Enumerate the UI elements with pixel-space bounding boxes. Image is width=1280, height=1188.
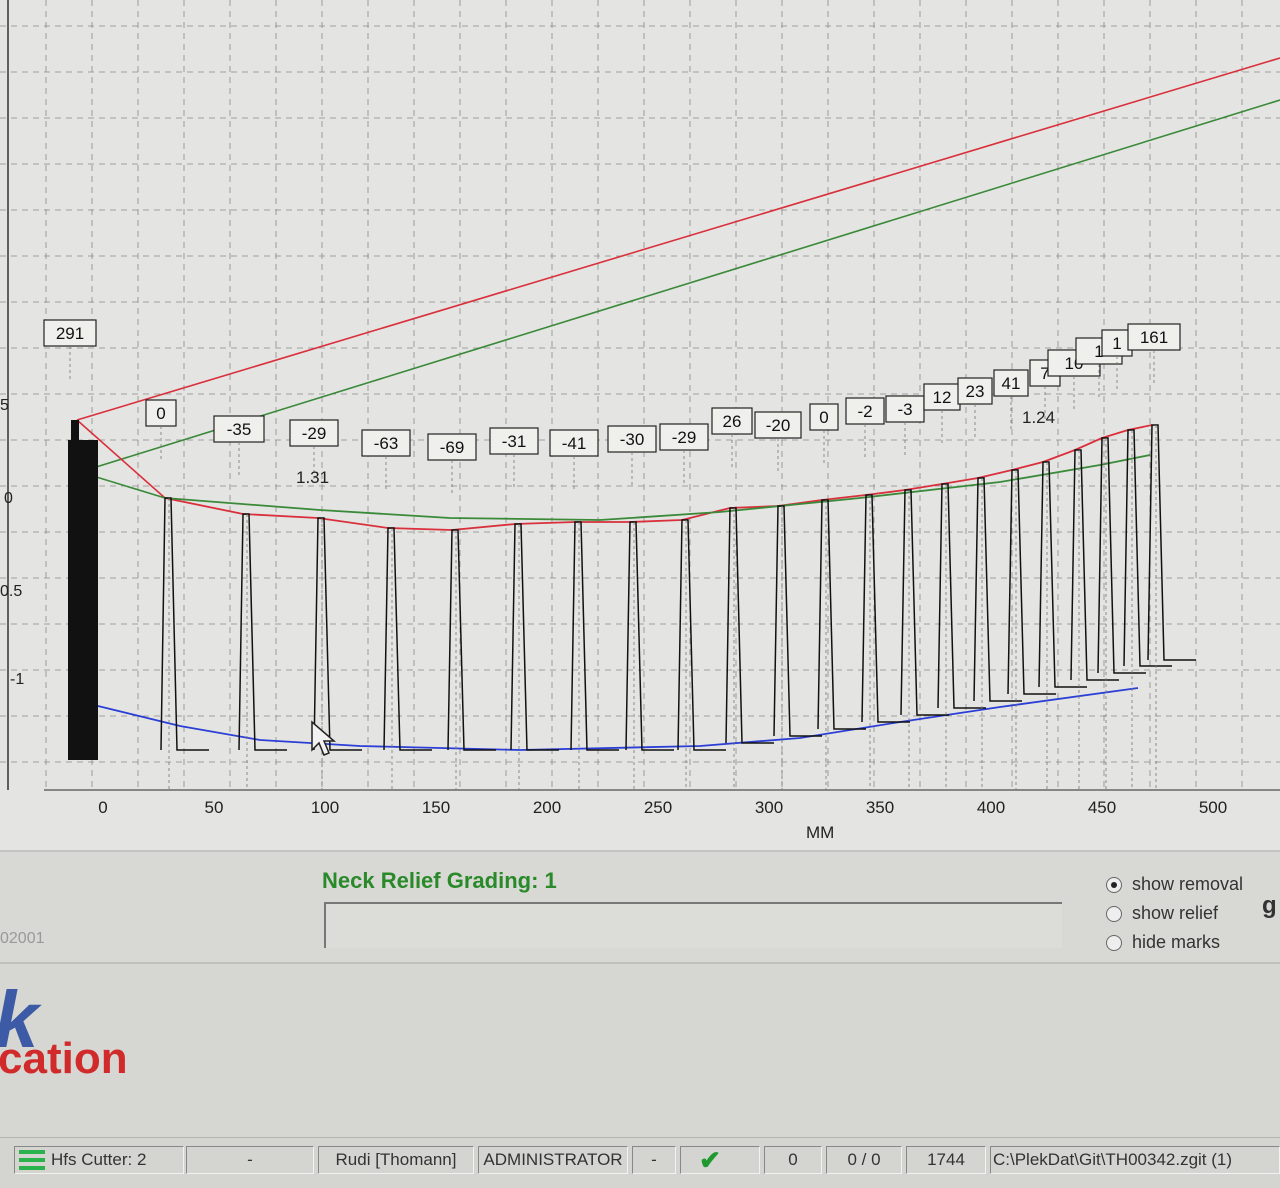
value-box-text: -63	[374, 434, 399, 453]
value-box-text: -30	[620, 430, 645, 449]
bottom-panel: Neck Relief Grading: 1 02001 show remova…	[0, 850, 1280, 964]
fret-profile-path	[76, 422, 1196, 760]
x-axis-label: MM	[806, 823, 834, 842]
value-box-text: -35	[227, 420, 252, 439]
status-role: ADMINISTRATOR	[478, 1146, 628, 1174]
measurement-chart: 5 0 0.5 -1 0 50 100 150 200 250 300 350 400 450 500 M…	[0, 0, 1280, 850]
radio-button-icon[interactable]	[1106, 934, 1122, 951]
x-axis-tick-label: 100	[311, 798, 339, 817]
fret-value-label: -2	[845, 397, 885, 458]
logo-area: k cation	[0, 962, 1280, 1139]
status-cutter[interactable]: Hfs Cutter: 2	[14, 1146, 184, 1174]
status-user: Rudi [Thomann]	[318, 1146, 474, 1174]
fret-value-label: 0	[145, 399, 177, 460]
x-axis-tick-label: 50	[205, 798, 224, 817]
value-box-text: 41	[1002, 374, 1021, 393]
value-box-text: -2	[857, 402, 872, 421]
fret-value-boxes: 2910-35 -29-63 -69 -31 -41 -30 -2926 -20 0 -2 -312…	[43, 319, 1181, 494]
fret-value-label: -35	[213, 415, 265, 476]
value-box-text: -69	[440, 438, 465, 457]
x-axis-ticks: 0 50 100 150 200 250 300 350 400 450 500	[98, 798, 1227, 817]
fret-value-label: -63	[361, 429, 411, 490]
grading-bar	[324, 902, 1062, 948]
fret-profile	[68, 420, 1196, 790]
fret-value-label: -31	[489, 427, 539, 488]
status-ratio: 0 / 0	[826, 1146, 902, 1174]
neck-relief-grading-label: Neck Relief Grading: 1	[322, 868, 557, 893]
fret-top-curve-green	[164, 454, 1151, 521]
radio-show-relief[interactable]: show relief	[1106, 903, 1218, 924]
fret-value-label: 23	[957, 377, 993, 438]
radio-label: hide marks	[1132, 932, 1221, 952]
radio-label: show removal	[1132, 874, 1244, 894]
value-box-text: 0	[819, 408, 828, 427]
fret-value-label: 26	[711, 407, 753, 468]
chart-svg: 500.5-1 0 50 100 150 200 250 300 350 400 450 500 M…	[0, 0, 1280, 842]
y-axis-label: 5	[0, 397, 9, 414]
chart-lines	[76, 57, 1280, 751]
x-axis-tick-label: 300	[755, 798, 783, 817]
status-cutter-text: Hfs Cutter: 2	[51, 1150, 147, 1169]
serial-fragment: 02001	[0, 930, 45, 947]
value-box-text: 0	[156, 404, 165, 423]
annotation-right: 1.24	[1022, 408, 1055, 427]
value-box-text: -41	[562, 434, 587, 453]
x-axis-tick-label: 250	[644, 798, 672, 817]
status-bar: Hfs Cutter: 2 - Rudi [Thomann] ADMINISTR…	[0, 1137, 1280, 1188]
x-axis-tick-label: 0	[98, 798, 107, 817]
logo-bottom-text: cation	[0, 1034, 128, 1083]
fret-value-label: 0	[809, 403, 839, 464]
radio-button-icon[interactable]	[1106, 905, 1122, 922]
value-box-text: -3	[897, 400, 912, 419]
status-number: 1744	[906, 1146, 986, 1174]
value-box-text: -20	[766, 416, 791, 435]
x-axis-tick-label: 400	[977, 798, 1005, 817]
menu-icon[interactable]	[19, 1150, 45, 1170]
value-box-text: -31	[502, 432, 527, 451]
radio-show-removal[interactable]: show removal	[1106, 874, 1243, 895]
annotation-left: 1.31	[296, 468, 329, 487]
value-box-text: 291	[56, 324, 84, 343]
x-axis-tick-label: 150	[422, 798, 450, 817]
checkmark-icon: ✔	[699, 1146, 721, 1174]
fret-value-label: -20	[754, 411, 802, 472]
y-axis-labels: 5 0 0.5 -1	[0, 397, 24, 688]
value-box-text: -29	[302, 424, 327, 443]
y-axis-label: -1	[10, 671, 24, 688]
fret-value-label: -3	[885, 395, 925, 456]
fret-value-label: -29	[659, 423, 709, 484]
fret-value-label: 12	[923, 383, 961, 444]
radio-label: show relief	[1132, 903, 1219, 923]
status-file-path: C:\PlekDat\Git\TH00342.zgit (1)	[990, 1146, 1280, 1174]
value-box-text: -29	[672, 428, 697, 447]
y-axis-label: 0.5	[0, 583, 22, 600]
x-axis-tick-label: 450	[1088, 798, 1116, 817]
status-blank: -	[186, 1146, 314, 1174]
value-box-text: 26	[723, 412, 742, 431]
edge-text-fragment: g	[1262, 892, 1277, 919]
status-check: ✔	[680, 1146, 760, 1174]
status-count: 0	[764, 1146, 822, 1174]
status-dash: -	[632, 1146, 676, 1174]
radio-button-icon[interactable]	[1106, 876, 1122, 893]
x-axis-tick-label: 200	[533, 798, 561, 817]
value-box-text: 161	[1140, 328, 1168, 347]
x-axis-tick-label: 350	[866, 798, 894, 817]
fret-value-label: -69	[427, 433, 477, 494]
fret-value-label: -41	[549, 429, 599, 490]
fret-value-label: -30	[607, 425, 657, 486]
radio-hide-marks[interactable]: hide marks	[1106, 932, 1220, 953]
fret-value-label: 291	[43, 319, 97, 380]
value-box-text: 1	[1112, 334, 1121, 353]
value-box-text: 23	[966, 382, 985, 401]
y-axis-label: 0	[4, 490, 13, 507]
value-box-text: 12	[933, 388, 952, 407]
x-axis-tick-label: 500	[1199, 798, 1227, 817]
fret-value-label: 161	[1127, 323, 1181, 384]
